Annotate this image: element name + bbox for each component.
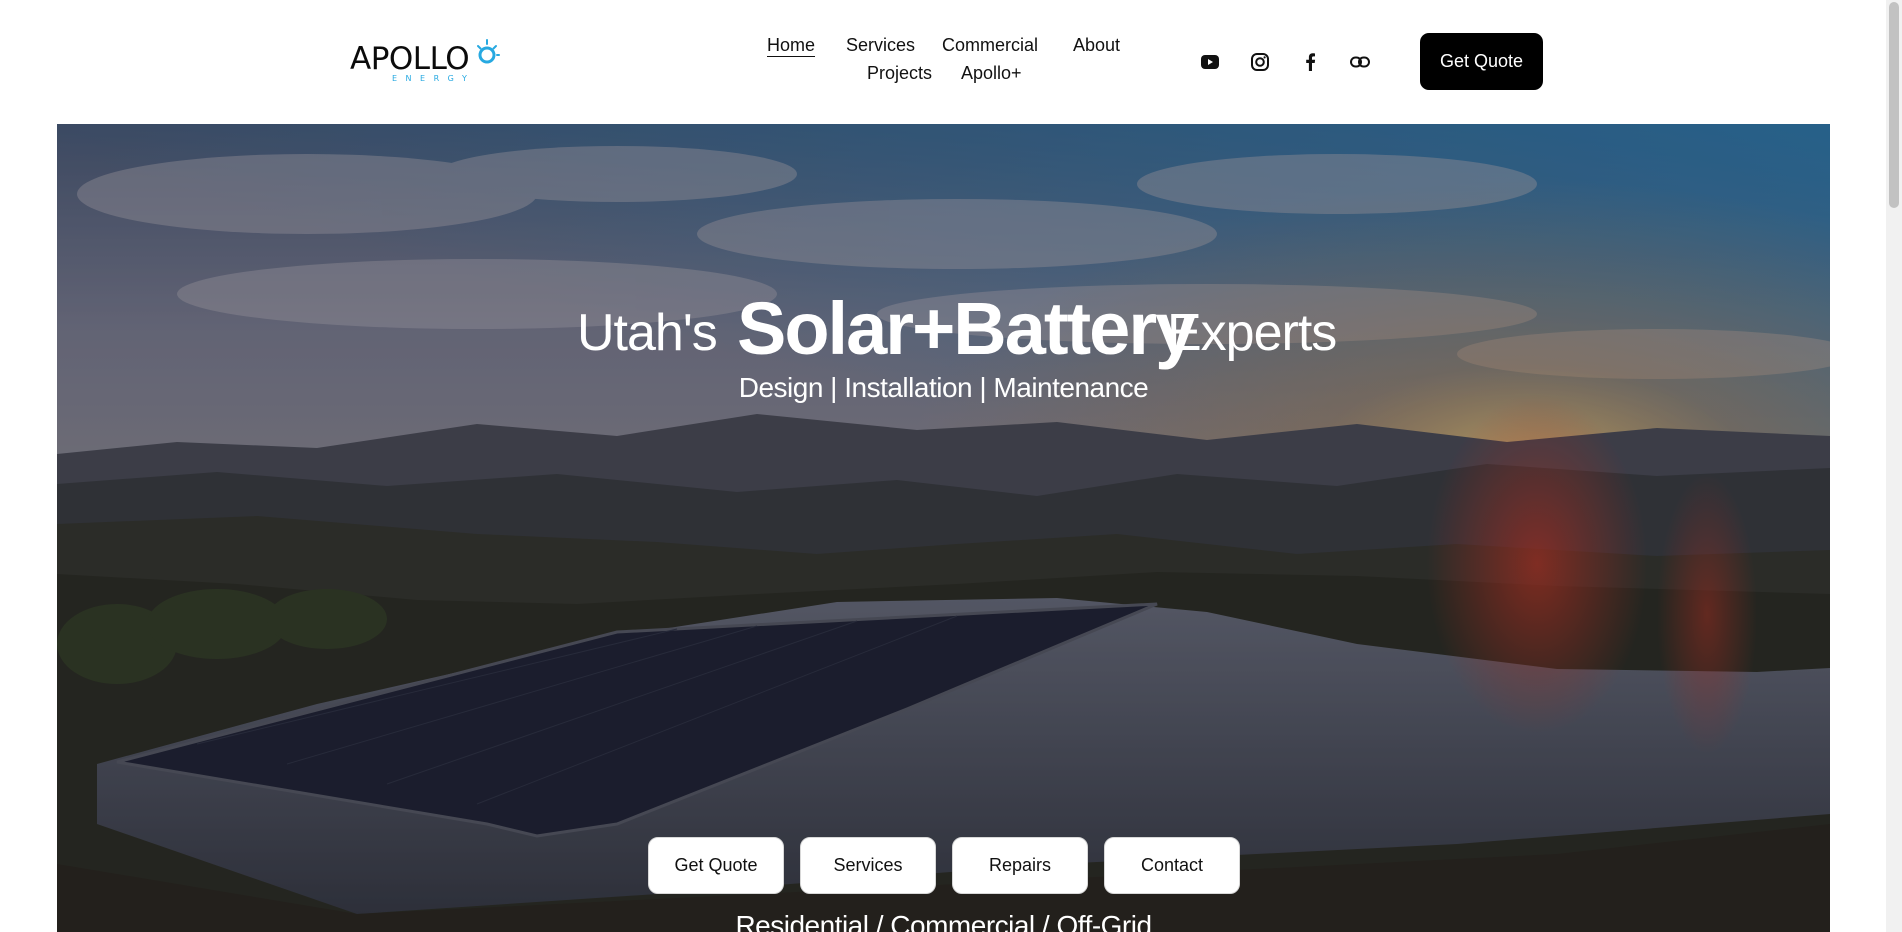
hero-subtitle: Design | Installation | Maintenance xyxy=(738,372,1149,403)
hero-title-main: Solar+Battery xyxy=(737,287,1196,370)
nav-item-services[interactable]: Services xyxy=(846,34,915,56)
hero-repairs-button[interactable]: Repairs xyxy=(952,837,1088,894)
hero-title: Utah's Solar+Battery Experts xyxy=(57,287,1830,377)
logo-subtitle: ENERGY xyxy=(392,74,476,83)
page-scrollbar[interactable] xyxy=(1886,0,1902,932)
hero-service-types: Residential / Commercial / Off-Grid xyxy=(735,910,1152,932)
hero-background-image xyxy=(57,124,1830,932)
link-icon[interactable] xyxy=(1348,50,1372,74)
instagram-icon[interactable] xyxy=(1248,50,1272,74)
sun-icon xyxy=(477,39,500,64)
hero-get-quote-button[interactable]: Get Quote xyxy=(648,837,784,894)
hero-title-prefix: Utah's xyxy=(577,304,718,362)
facebook-icon[interactable] xyxy=(1298,50,1322,74)
hero-contact-button[interactable]: Contact xyxy=(1104,837,1240,894)
get-quote-button[interactable]: Get Quote xyxy=(1420,33,1543,90)
youtube-icon[interactable] xyxy=(1198,50,1222,74)
nav-item-apollo-plus[interactable]: Apollo+ xyxy=(961,62,1022,84)
nav-item-home[interactable]: Home xyxy=(767,34,815,56)
nav-item-about[interactable]: About xyxy=(1073,34,1120,56)
hero-section: Utah's Solar+Battery Experts Design | In… xyxy=(57,124,1830,932)
hero-services-button[interactable]: Services xyxy=(800,837,936,894)
site-header: APOLLO ENERGY Home Services Commercial A… xyxy=(0,0,1886,124)
hero-title-suffix: Experts xyxy=(1167,304,1337,362)
nav-item-projects[interactable]: Projects xyxy=(867,62,932,84)
logo-wordmark: APOLLO xyxy=(350,41,470,77)
scrollbar-thumb[interactable] xyxy=(1889,2,1899,208)
nav-item-commercial[interactable]: Commercial xyxy=(942,34,1038,56)
apollo-energy-logo[interactable]: APOLLO ENERGY xyxy=(350,38,502,88)
